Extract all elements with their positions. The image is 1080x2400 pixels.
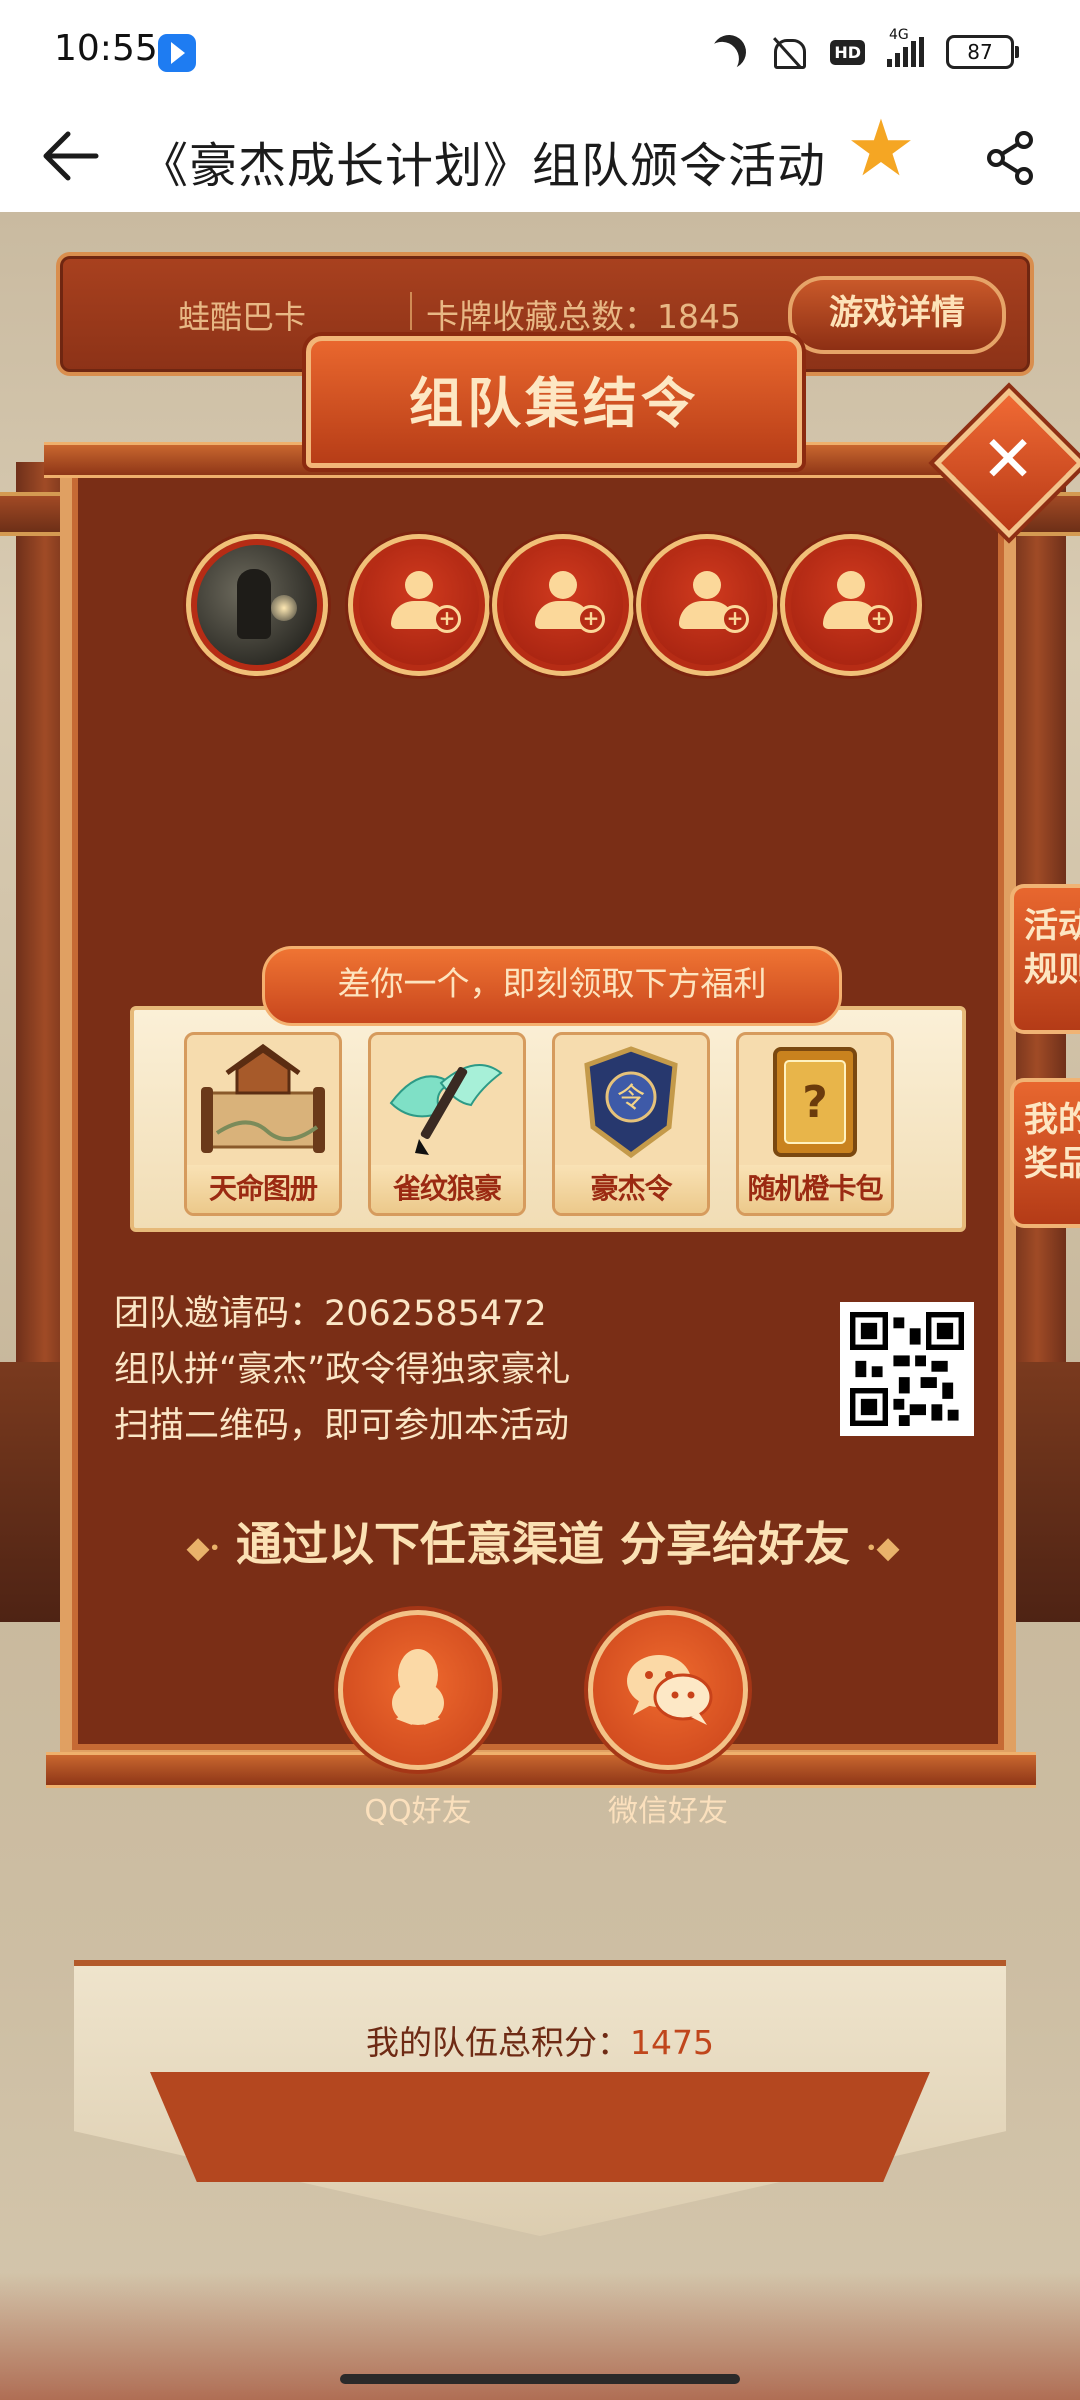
reward-label: 天命图册 (187, 1165, 339, 1213)
signal-strength-icon: 4G (887, 27, 924, 67)
share-circle[interactable] (588, 1610, 748, 1770)
network-type-label: 4G (889, 27, 909, 43)
share-heading-text: 通过以下任意渠道 分享给好友 (235, 1517, 850, 1571)
avatar-figure (237, 569, 271, 639)
side-tab-label: 我的 (1024, 1100, 1080, 1140)
share-wechat-button[interactable]: 微信好友 (588, 1610, 748, 1830)
invite-code: 团队邀请码：2062585472 (114, 1294, 547, 1334)
modal-footer-bar (46, 1752, 1036, 1788)
svg-text:令: 令 (617, 1081, 645, 1114)
add-user-icon: + (821, 571, 893, 633)
reward-item[interactable]: 天命图册 (184, 1032, 342, 1216)
muted-bell-icon (768, 35, 808, 69)
rewards-box: 天命图册 雀纹狼豪 令 豪杰令 ? 随机橙卡包 (130, 1006, 966, 1232)
share-circle[interactable] (338, 1610, 498, 1770)
qr-code (840, 1302, 974, 1436)
status-bar: 10:55 HD 4G 87 (0, 0, 1080, 100)
notification-app-icon (158, 34, 196, 72)
invite-description: 组队拼“豪杰”政令得独家豪礼 (114, 1350, 571, 1390)
scroll-book-icon (201, 1043, 325, 1153)
game-detail-button[interactable]: 游戏详情 (788, 276, 1006, 354)
my-prizes-tab[interactable]: 我的 奖品 (1010, 1078, 1080, 1228)
avatar-light (271, 595, 297, 621)
svg-text:?: ? (802, 1077, 828, 1128)
share-label: 微信好友 (608, 1794, 728, 1829)
share-heading: ◆· 通过以下任意渠道 分享给好友 ·◆ (148, 1508, 938, 1574)
reward-label: 随机橙卡包 (739, 1165, 891, 1213)
card-collection-count: 卡牌收藏总数：1845 (426, 297, 741, 336)
invite-instruction: 扫描二维码，即可参加本活动 (114, 1406, 570, 1446)
reward-item[interactable]: ? 随机橙卡包 (736, 1032, 894, 1216)
back-arrow-icon[interactable] (40, 128, 100, 184)
modal-title: 组队集结令 (409, 372, 699, 435)
share-label: QQ好友 (364, 1794, 472, 1829)
status-time: 10:55 (54, 28, 158, 69)
side-tab-label: 奖品 (1024, 1144, 1080, 1184)
do-not-disturb-moon-icon (708, 30, 752, 74)
invite-member-slot[interactable]: + (636, 534, 778, 676)
title-bar: 《豪杰成长计划》组队颁令活动 ★ (0, 100, 1080, 213)
invite-member-slot[interactable]: + (492, 534, 634, 676)
modal-title-plaque: 组队集结令 (306, 336, 802, 468)
reward-item[interactable]: 雀纹狼豪 (368, 1032, 526, 1216)
close-x-icon[interactable]: ✕ (960, 412, 1056, 508)
invite-member-slot[interactable]: + (780, 534, 922, 676)
share-icon[interactable] (986, 130, 1036, 186)
qr-code-icon (850, 1312, 964, 1426)
background-ribbon (150, 2072, 930, 2182)
team-score-label: 我的队伍总积分： (366, 2023, 630, 2062)
divider (410, 292, 412, 330)
rewards-banner: 差你一个，即刻领取下方福利 (262, 946, 842, 1026)
reward-item[interactable]: 令 豪杰令 (552, 1032, 710, 1216)
add-user-icon: + (677, 571, 749, 633)
team-members-row: + + + + (186, 534, 922, 678)
reward-label: 雀纹狼豪 (371, 1165, 523, 1213)
token-shield-icon: 令 (584, 1046, 678, 1159)
qq-icon (392, 1649, 444, 1725)
home-indicator[interactable] (340, 2374, 740, 2384)
invite-member-slot[interactable]: + (348, 534, 490, 676)
team-score-value: 1475 (630, 2023, 714, 2062)
share-qq-button[interactable]: QQ好友 (338, 1610, 498, 1830)
mystery-card-pack-icon: ? (773, 1047, 857, 1157)
side-tab-label: 活动 (1024, 906, 1080, 946)
add-user-icon: + (389, 571, 461, 633)
page-title: 《豪杰成长计划》组队颁令活动 (140, 138, 827, 194)
hd-badge-icon: HD (830, 39, 865, 65)
battery-icon: 87 (946, 35, 1019, 69)
reward-label: 豪杰令 (555, 1165, 707, 1213)
wechat-icon (627, 1655, 713, 1725)
add-user-icon: + (533, 571, 605, 633)
player-nickname: 蛙酷巴卡 (178, 298, 307, 336)
favorite-star-icon[interactable]: ★ (846, 110, 916, 188)
status-icons: HD 4G 87 (712, 27, 1019, 74)
member-avatar[interactable] (186, 534, 328, 676)
ornament-icon: ◆· (186, 1530, 220, 1566)
invite-info: 团队邀请码：2062585472 组队拼“豪杰”政令得独家豪礼 扫描二维码，即可… (114, 1286, 570, 1454)
brush-icon (389, 1064, 503, 1155)
ornament-icon: ·◆ (866, 1530, 900, 1566)
activity-rules-tab[interactable]: 活动 规则 (1010, 884, 1080, 1034)
team-total-score: 我的队伍总积分：1475 (0, 2016, 1080, 2064)
side-tab-label: 规则 (1024, 950, 1080, 990)
